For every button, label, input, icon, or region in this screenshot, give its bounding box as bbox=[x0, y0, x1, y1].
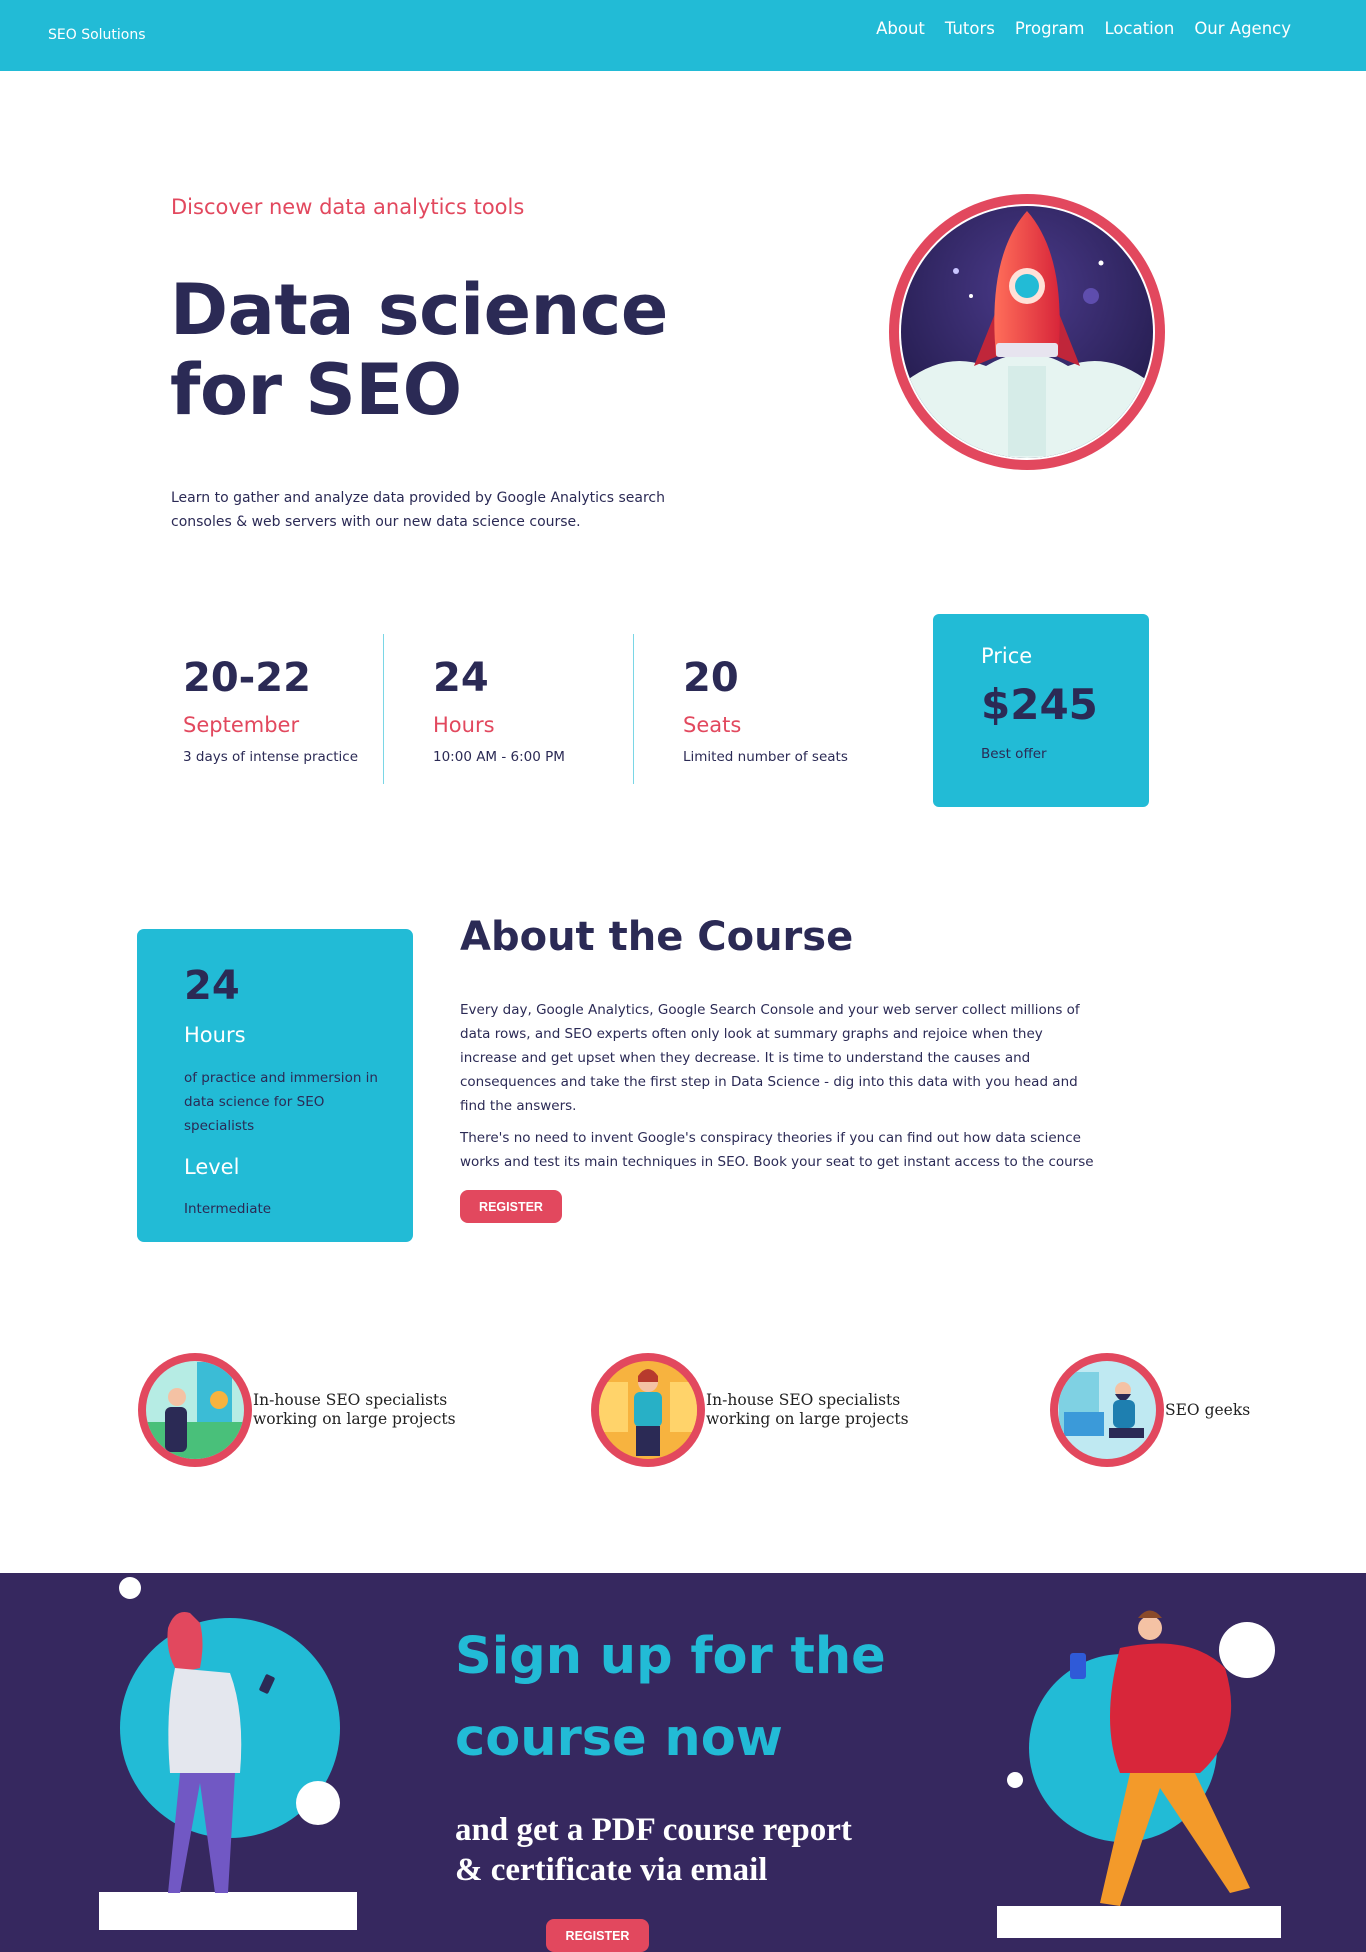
audience-line: working on large projects bbox=[253, 1410, 456, 1428]
nav-link-program[interactable]: Program bbox=[1015, 19, 1085, 38]
audience-line: In-house SEO specialists bbox=[706, 1391, 901, 1409]
brand-logo-link[interactable]: SEO Solutions bbox=[48, 27, 146, 43]
info-description: of practice and immersion in data scienc… bbox=[184, 1070, 378, 1134]
decor-dot bbox=[1007, 1772, 1023, 1788]
signup-subtitle-line2: & certificate via email bbox=[455, 1852, 768, 1888]
hero-title-line1: Data science bbox=[170, 269, 668, 351]
nav-link-about[interactable]: About bbox=[876, 19, 925, 38]
stat-label: Seats bbox=[683, 713, 742, 737]
signup-title: Sign up for the course now bbox=[455, 1616, 886, 1780]
audience-item: SEO geeks bbox=[1049, 1352, 1250, 1468]
stat-divider bbox=[633, 634, 634, 784]
about-title: About the Course bbox=[460, 914, 854, 960]
about-paragraph: There's no need to invent Google's consp… bbox=[460, 1130, 1094, 1170]
rocket-icon bbox=[889, 194, 1165, 470]
stat-note: Limited number of seats bbox=[683, 749, 848, 765]
stat-label: September bbox=[183, 713, 300, 737]
audience-item: In-house SEO specialists working on larg… bbox=[137, 1352, 456, 1468]
price-card: Price $245 Best offer bbox=[933, 614, 1149, 807]
decor-dot bbox=[119, 1577, 141, 1599]
signup-title-line1: Sign up for the bbox=[455, 1627, 886, 1686]
info-level-label: Level bbox=[184, 1155, 240, 1179]
signup-subtitle: and get a PDF course report & certificat… bbox=[455, 1810, 852, 1890]
stat-divider bbox=[383, 634, 384, 784]
seo-specialist-avatar-icon bbox=[138, 1353, 252, 1467]
signup-section: Sign up for the course now and get a PDF… bbox=[0, 1573, 1366, 1952]
info-label: Hours bbox=[184, 1023, 246, 1047]
seo-specialist-avatar-icon bbox=[591, 1353, 705, 1467]
stat-seats: 20 Seats Limited number of seats bbox=[683, 650, 848, 765]
decor-bar bbox=[99, 1892, 357, 1930]
stat-number: 20 bbox=[683, 655, 739, 701]
about-paragraph: Every day, Google Analytics, Google Sear… bbox=[460, 1002, 1080, 1114]
nav-link-tutors[interactable]: Tutors bbox=[945, 19, 995, 38]
hero-description: Learn to gather and analyze data provide… bbox=[171, 490, 666, 530]
top-nav: SEO Solutions About Tutors Program Locat… bbox=[0, 0, 1366, 71]
audience-text: In-house SEO specialists working on larg… bbox=[706, 1391, 909, 1429]
stat-number: 20-22 bbox=[183, 655, 311, 701]
price-value: $245 bbox=[981, 680, 1098, 729]
signup-register-button[interactable]: REGISTER bbox=[546, 1919, 649, 1952]
hero-title: Data science for SEO bbox=[170, 270, 668, 430]
nav-links: About Tutors Program Location Our Agency bbox=[876, 19, 1291, 38]
info-number: 24 bbox=[184, 963, 240, 1009]
course-info-card: 24 Hours of practice and immersion in da… bbox=[137, 929, 413, 1242]
seo-geek-avatar-icon bbox=[1050, 1353, 1164, 1467]
stat-dates: 20-22 September 3 days of intense practi… bbox=[183, 650, 358, 765]
decor-dot bbox=[296, 1781, 340, 1825]
stat-hours: 24 Hours 10:00 AM - 6:00 PM bbox=[433, 650, 565, 765]
stat-number: 24 bbox=[433, 655, 489, 701]
audience-line: working on large projects bbox=[706, 1410, 909, 1428]
stat-label: Hours bbox=[433, 713, 495, 737]
decor-dot bbox=[1219, 1622, 1275, 1678]
register-button[interactable]: REGISTER bbox=[460, 1190, 562, 1223]
price-note: Best offer bbox=[981, 746, 1047, 762]
audience-text: SEO geeks bbox=[1165, 1401, 1250, 1420]
stat-note: 3 days of intense practice bbox=[183, 749, 359, 765]
signup-title-line2: course now bbox=[455, 1709, 783, 1768]
info-level-value: Intermediate bbox=[184, 1201, 272, 1217]
signup-subtitle-line1: and get a PDF course report bbox=[455, 1812, 852, 1848]
hero-title-line2: for SEO bbox=[170, 349, 462, 431]
nav-link-our-agency[interactable]: Our Agency bbox=[1194, 19, 1291, 38]
hero-kicker: Discover new data analytics tools bbox=[171, 195, 525, 219]
stat-note: 10:00 AM - 6:00 PM bbox=[433, 749, 565, 765]
audience-item: In-house SEO specialists working on larg… bbox=[590, 1352, 909, 1468]
audience-line: SEO geeks bbox=[1165, 1400, 1251, 1419]
audience-line: In-house SEO specialists bbox=[253, 1391, 448, 1409]
audience-text: In-house SEO specialists working on larg… bbox=[253, 1391, 456, 1429]
decor-bar bbox=[997, 1906, 1281, 1938]
price-label: Price bbox=[981, 644, 1033, 668]
nav-link-location[interactable]: Location bbox=[1105, 19, 1175, 38]
